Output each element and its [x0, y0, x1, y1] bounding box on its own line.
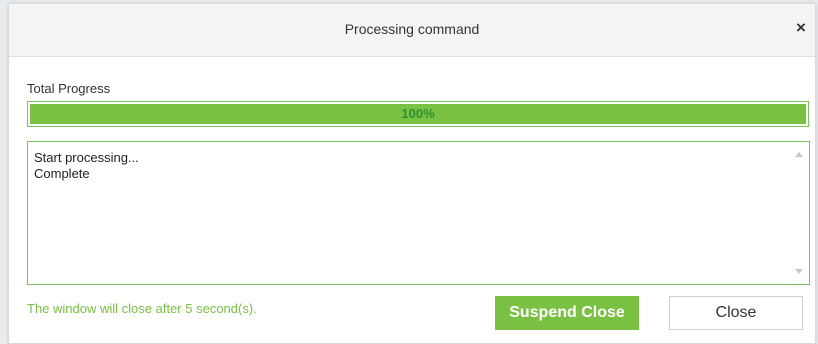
- suspend-close-button[interactable]: Suspend Close: [495, 296, 639, 330]
- log-content: Start processing... Complete: [34, 150, 139, 182]
- close-button[interactable]: Close: [669, 296, 803, 330]
- log-textarea[interactable]: Start processing... Complete: [27, 141, 810, 285]
- progress-label: Total Progress: [27, 81, 111, 96]
- progress-bar: 100%: [27, 101, 809, 127]
- processing-dialog: Processing command × Total Progress 100%…: [8, 3, 816, 344]
- dialog-title: Processing command: [344, 21, 480, 37]
- dialog-titlebar: Processing command ×: [9, 4, 815, 57]
- scroll-up-arrow-icon[interactable]: [795, 152, 803, 157]
- scroll-down-arrow-icon[interactable]: [795, 269, 803, 274]
- progress-percent-text: 100%: [401, 106, 435, 121]
- log-scrollbar[interactable]: [791, 142, 809, 284]
- log-line: Start processing...: [34, 150, 139, 165]
- log-line: Complete: [34, 166, 90, 181]
- close-icon[interactable]: ×: [793, 19, 809, 37]
- auto-close-message: The window will close after 5 second(s).: [27, 301, 257, 316]
